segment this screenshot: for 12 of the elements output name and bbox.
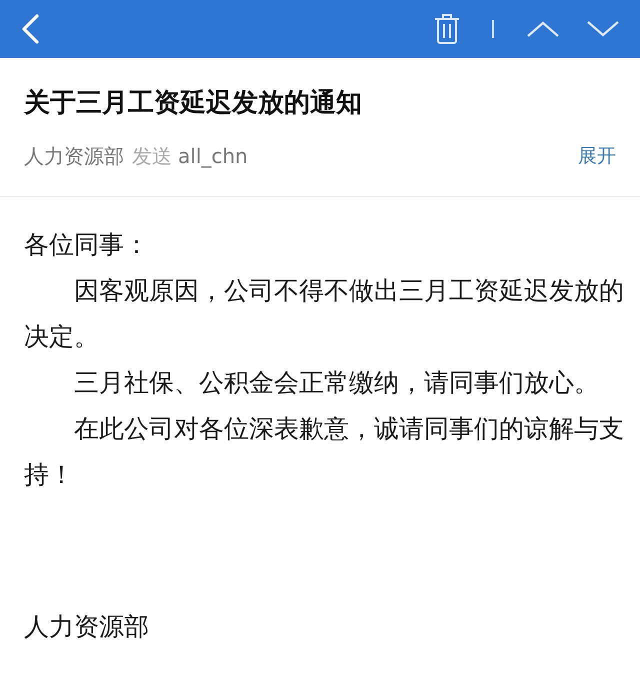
recipient: all_chn	[178, 144, 248, 168]
trash-icon[interactable]	[432, 12, 462, 46]
greeting: 各位同事：	[24, 229, 150, 261]
signature: 人力资源部	[24, 611, 150, 643]
send-label: 发送	[132, 142, 172, 170]
body-paragraph: 三月社保、公积金会正常缴纳，请同事们放心。	[73, 367, 600, 399]
mail-subject: 关于三月工资延迟发放的通知	[22, 87, 363, 120]
expand-link[interactable]: 展开	[578, 143, 616, 169]
separator	[492, 20, 494, 38]
body-paragraph: 因客观原因，公司不得不做出三月工资延迟发放的决定。	[24, 275, 625, 353]
sender-name: 人力资源部	[24, 142, 124, 170]
body-paragraph: 在此公司对各位深表歉意，诚请同事们的谅解与支持！	[24, 413, 625, 491]
